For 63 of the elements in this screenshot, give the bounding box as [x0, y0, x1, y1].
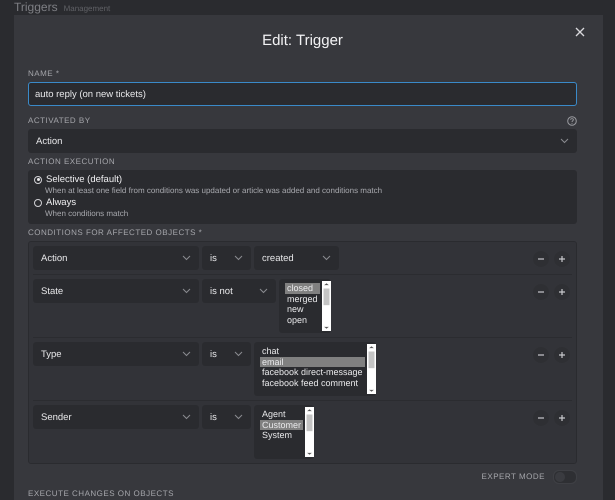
chevron-icon: [234, 351, 243, 357]
remove-button[interactable]: [533, 410, 549, 426]
activated-by-select[interactable]: Action: [28, 129, 577, 153]
value-listbox[interactable]: Agent Customer System: [254, 405, 314, 459]
section-label: EXECUTE CHANGES ON OBJECTS: [28, 489, 175, 498]
list-option[interactable]: facebook direct-message: [260, 367, 365, 378]
plus-icon: [558, 351, 566, 359]
scrollbar-icon[interactable]: [322, 281, 331, 331]
operator-select[interactable]: is not: [202, 279, 276, 303]
list-option[interactable]: facebook feed comment: [260, 378, 365, 388]
plus-icon: [558, 414, 566, 422]
radio-button[interactable]: [34, 176, 42, 184]
attribute-select[interactable]: Action: [33, 246, 199, 270]
attribute-select[interactable]: State: [33, 279, 199, 303]
operator-select[interactable]: is: [202, 342, 251, 366]
radio-label[interactable]: Selective (default): [46, 174, 122, 185]
add-button[interactable]: [554, 284, 570, 300]
chevron-icon: [182, 288, 191, 294]
plus-icon: [558, 255, 566, 263]
scrollbar-icon[interactable]: [366, 344, 376, 394]
radio-button[interactable]: [34, 198, 42, 206]
help-icon[interactable]: [567, 116, 577, 126]
chevron-icon: [234, 414, 243, 420]
close-icon[interactable]: [575, 27, 585, 37]
value-select[interactable]: created: [254, 246, 339, 270]
attribute-select[interactable]: Sender: [33, 405, 199, 429]
list-option[interactable]: merged: [285, 294, 320, 304]
operator-select[interactable]: is: [202, 405, 251, 429]
expert-mode-label: EXPERT MODE: [482, 472, 545, 481]
name-label: NAME *: [28, 69, 60, 78]
chevron-icon: [322, 255, 331, 261]
action-execution-label: ACTION EXECUTION: [28, 157, 116, 166]
chevron-icon: [234, 255, 243, 261]
value-listbox[interactable]: closed merged new open: [279, 279, 331, 333]
attribute-select[interactable]: Type: [33, 342, 199, 366]
page-title: Triggers: [14, 0, 58, 15]
radio-description: When at least one field from conditions was updated or article was added and conditions match: [45, 186, 384, 195]
chevron-icon: [182, 414, 191, 420]
chevron-icon: [182, 255, 191, 261]
conditions-label: CONDITIONS FOR AFFECTED OBJECTS *: [28, 228, 204, 237]
list-option[interactable]: Agent: [260, 409, 304, 420]
add-button[interactable]: [554, 347, 570, 363]
add-button[interactable]: [554, 410, 570, 426]
chevron-icon: [182, 351, 191, 357]
chevron-icon: [259, 288, 268, 294]
plus-icon: [558, 288, 566, 296]
activated-by-label: ACTIVATED BY: [28, 116, 91, 125]
remove-button[interactable]: [533, 347, 549, 363]
dialog-title: Edit: Trigger: [262, 32, 343, 48]
scrollbar-icon[interactable]: [305, 407, 314, 457]
list-option[interactable]: open: [285, 314, 320, 325]
value-listbox[interactable]: chat email facebook direct-message facebook feed comment: [254, 342, 376, 396]
remove-button[interactable]: [533, 284, 549, 300]
add-button[interactable]: [554, 251, 570, 267]
name-input[interactable]: auto reply (on new tickets): [28, 82, 577, 106]
radio-description: When conditions match: [45, 209, 130, 218]
radio-label[interactable]: Always: [46, 197, 76, 208]
chevron-icon: [560, 138, 569, 144]
remove-button[interactable]: [533, 251, 549, 267]
list-option[interactable]: chat: [260, 346, 365, 356]
list-option[interactable]: System: [260, 430, 304, 440]
operator-select[interactable]: is: [202, 246, 251, 270]
list-option[interactable]: new: [285, 304, 320, 314]
